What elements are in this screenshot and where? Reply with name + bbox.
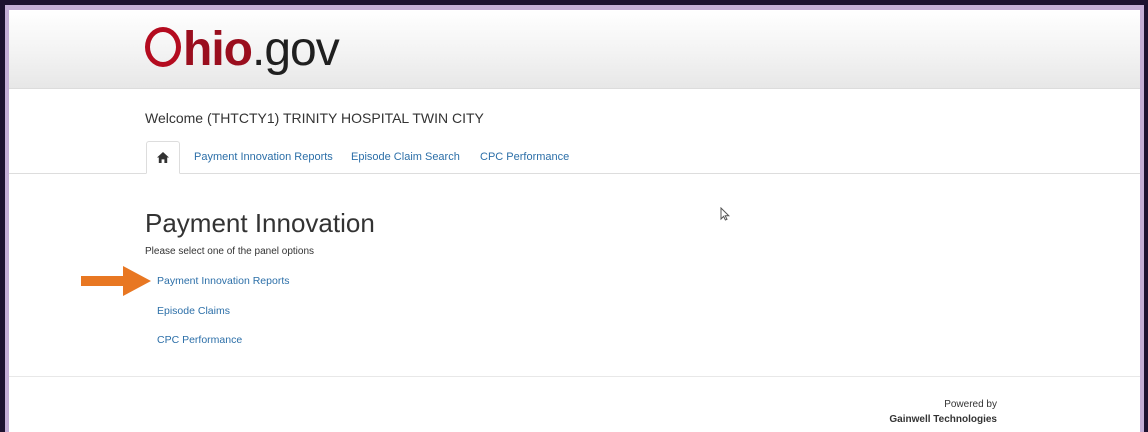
browser-page: hio.gov Welcome (THTCTY1) TRINITY HOSPIT… (9, 10, 1140, 432)
tab-payment-innovation-reports[interactable]: Payment Innovation Reports (194, 141, 333, 173)
screen-frame-top (0, 0, 1148, 5)
screen-frame-left (0, 0, 5, 432)
powered-by-text: Powered by (944, 399, 997, 410)
home-icon (157, 152, 169, 163)
logo-hio-text: hio (183, 23, 253, 76)
tab-home[interactable] (146, 141, 180, 174)
logo-gov-text: .gov (251, 23, 340, 76)
orange-arrow-annotation-icon (81, 266, 151, 296)
link-payment-innovation-reports[interactable]: Payment Innovation Reports (157, 275, 290, 287)
ohio-gov-logo[interactable]: hio.gov (145, 22, 340, 78)
screen-frame-right (1144, 0, 1148, 432)
link-cpc-performance[interactable]: CPC Performance (157, 334, 242, 346)
page-title: Payment Innovation (145, 208, 375, 238)
link-episode-claims[interactable]: Episode Claims (157, 305, 230, 317)
site-header: hio.gov (9, 10, 1140, 89)
logo-o-ring (145, 27, 181, 67)
tab-cpc-performance[interactable]: CPC Performance (480, 141, 569, 173)
tab-episode-claim-search[interactable]: Episode Claim Search (351, 141, 460, 173)
company-name: Gainwell Technologies (889, 414, 997, 425)
mouse-cursor-icon (720, 207, 730, 221)
nav-tabs: Payment Innovation Reports Episode Claim… (9, 141, 1140, 174)
footer: Powered by Gainwell Technologies (889, 397, 997, 427)
footer-divider (9, 376, 1140, 377)
instruction-text: Please select one of the panel options (145, 246, 315, 257)
welcome-message: Welcome (THTCTY1) TRINITY HOSPITAL TWIN … (145, 110, 484, 126)
